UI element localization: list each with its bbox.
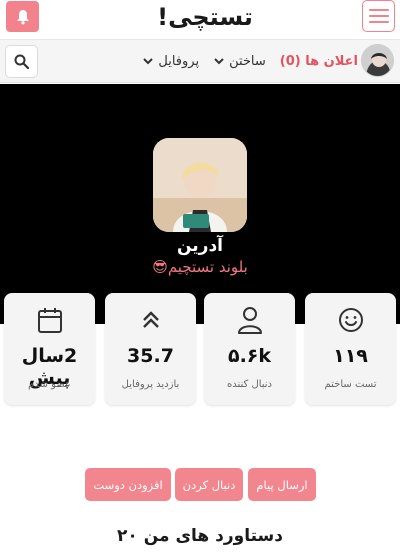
avatar-image [362, 45, 393, 76]
follow-button[interactable]: دنبال کردن [175, 468, 243, 501]
user-icon [237, 307, 262, 334]
profile-image [153, 138, 247, 232]
add-friend-button[interactable]: افزودن دوست [85, 468, 171, 501]
stat-value: ۵.۶k [227, 345, 272, 367]
bell-icon [16, 9, 29, 24]
nav-item-create[interactable]: ساختن [213, 54, 266, 69]
top-header: تستچی! [0, 0, 400, 36]
stat-card-joined: 2سال پیش عضو شدم [4, 293, 95, 405]
stat-label: بازدید پروفایل [121, 379, 180, 390]
menu-button[interactable] [362, 0, 395, 32]
profile-name: آدرین [176, 236, 224, 256]
stats-row: ۱۱۹ تست ساختم ۵.۶k دنبال کننده 35.7 بازد… [4, 293, 396, 405]
nav-menu: پروفایل ساختن اعلان ها (0) [142, 40, 358, 82]
nav-item-label: ساختن [229, 53, 266, 69]
nav-bar: پروفایل ساختن اعلان ها (0) [0, 39, 400, 83]
nav-item-profile[interactable]: پروفایل [142, 54, 199, 69]
chevron-down-icon [143, 58, 154, 65]
stat-card-tests: ۱۱۹ تست ساختم [305, 293, 396, 405]
profile-bio: بلوند تستچیم😎 [152, 258, 248, 276]
user-avatar[interactable] [361, 44, 394, 77]
chevron-down-icon [214, 58, 224, 65]
notifications-button[interactable] [6, 1, 39, 32]
stat-card-views: 35.7 بازدید پروفایل [105, 293, 196, 405]
achievements-title: دستاورد های من ۲۰ [117, 526, 283, 546]
stat-label: دنبال کننده [226, 379, 273, 390]
stat-value: 35.7 [127, 345, 174, 367]
stat-label: تست ساختم [324, 379, 377, 390]
nav-item-notifications[interactable]: اعلان ها (0) [280, 54, 358, 69]
profile-picture [153, 138, 247, 232]
send-message-button[interactable]: ارسال پیام [248, 468, 316, 501]
search-button[interactable] [5, 45, 38, 78]
smiley-icon [338, 308, 363, 332]
nav-item-label: اعلان ها (0) [279, 53, 358, 69]
calendar-icon [37, 308, 62, 333]
double-chevron-up-icon [142, 311, 159, 328]
nav-item-label: پروفایل [158, 53, 200, 69]
stat-card-followers: ۵.۶k دنبال کننده [204, 293, 295, 405]
site-logo[interactable]: تستچی! [150, 0, 260, 34]
hamburger-menu-icon [368, 9, 389, 23]
profile-actions: ارسال پیام دنبال کردن افزودن دوست [85, 468, 316, 501]
stat-label: عضو شدم [28, 379, 71, 390]
stat-value: ۱۱۹ [333, 345, 368, 367]
search-icon [14, 54, 29, 69]
